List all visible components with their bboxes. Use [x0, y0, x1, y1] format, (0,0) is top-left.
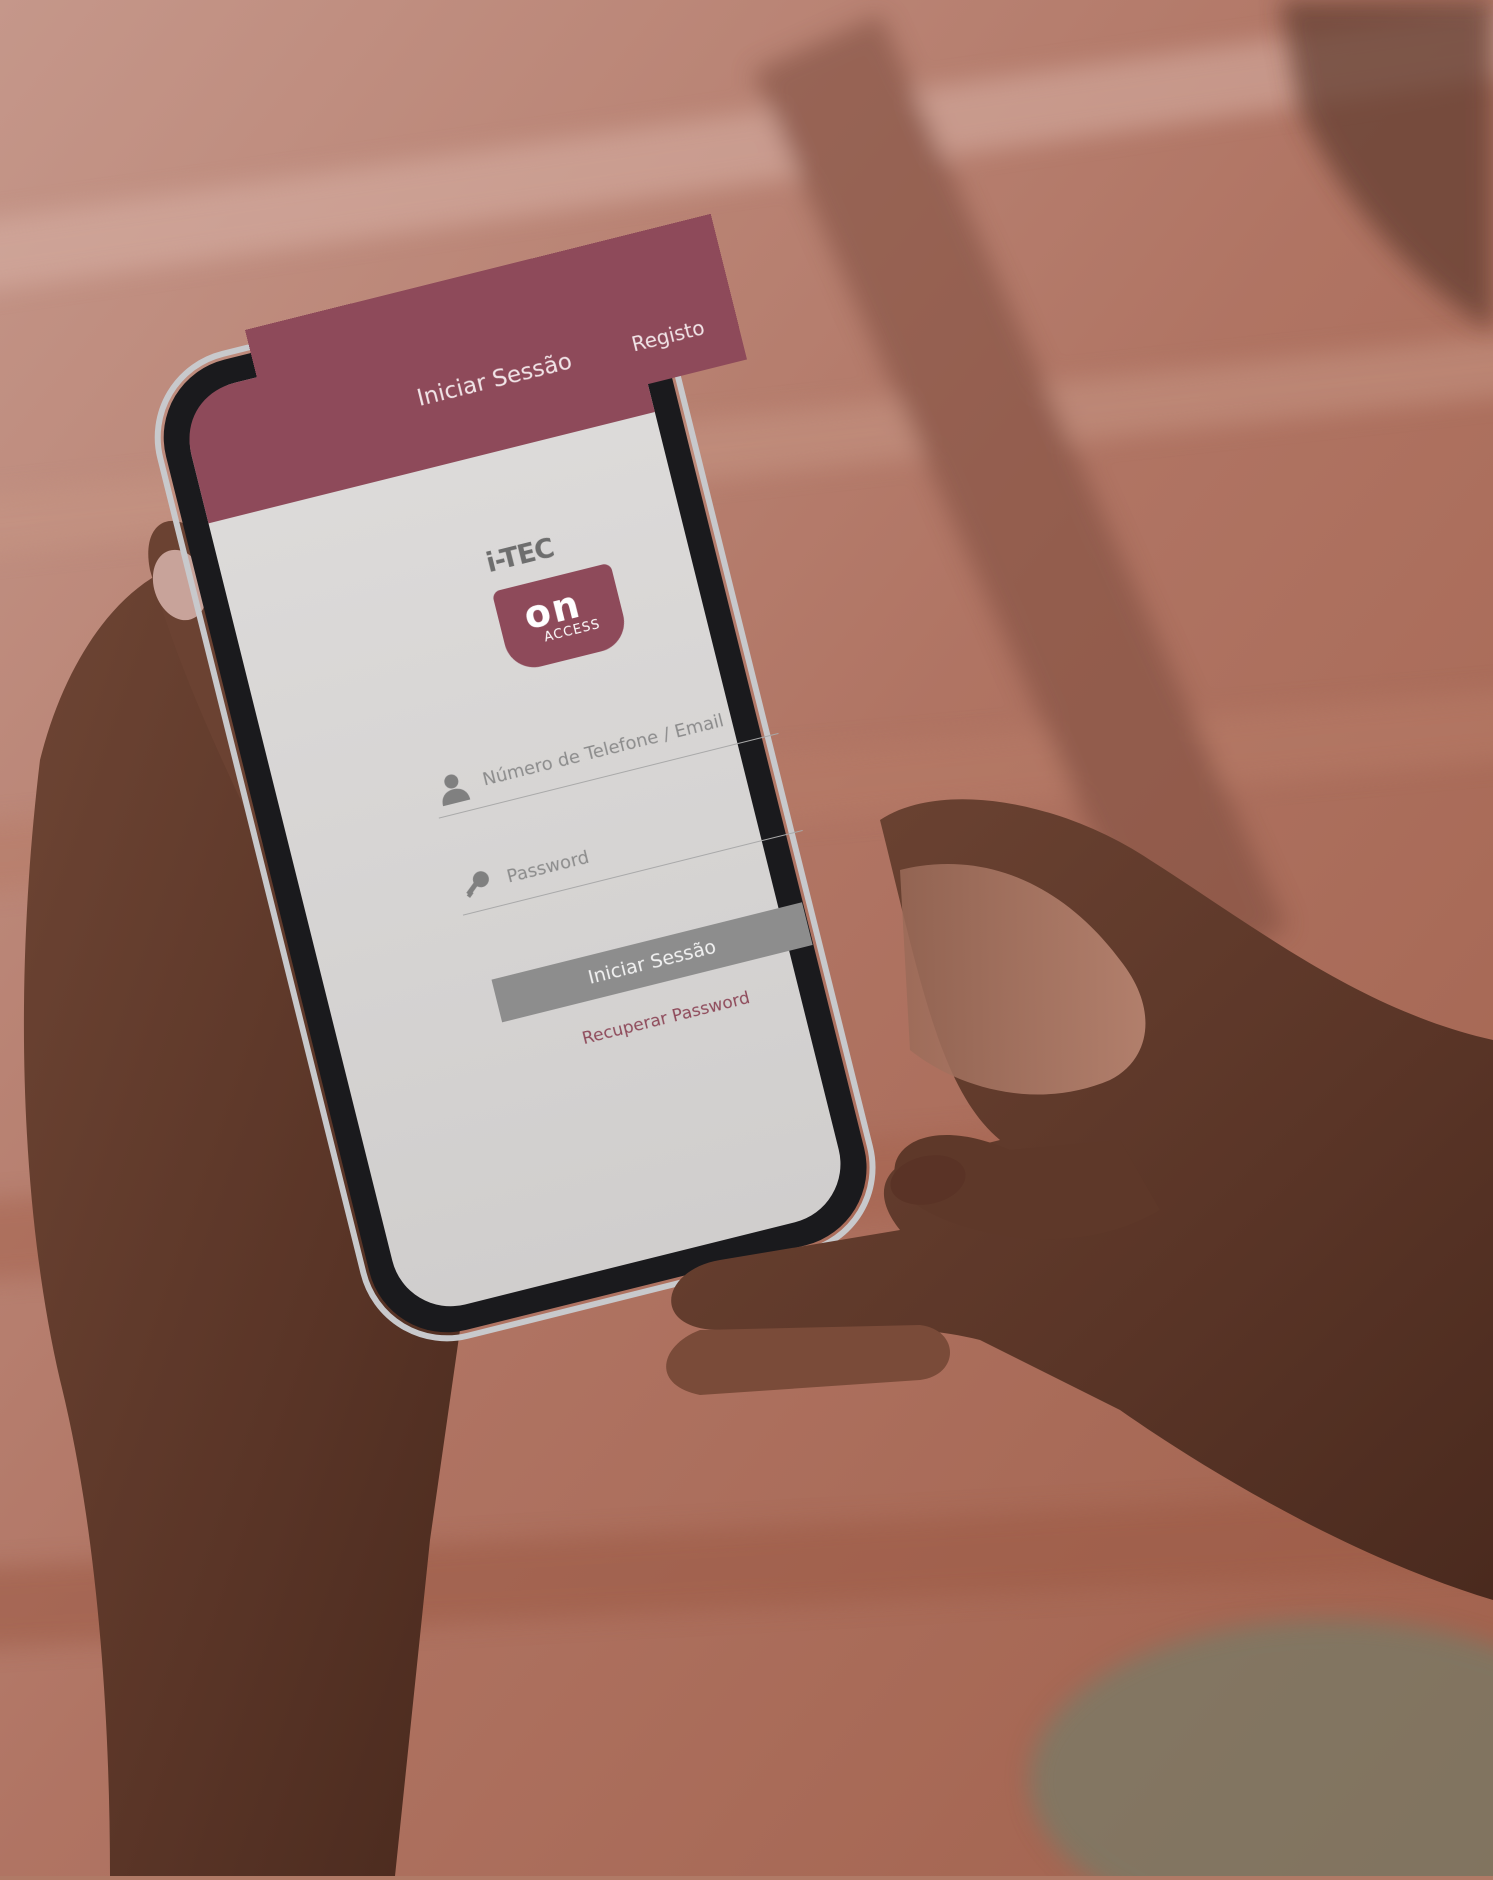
password-placeholder: Password: [504, 846, 592, 888]
brand-logo: i-TEC: [483, 532, 557, 579]
on-access-logo: on ACCESS: [491, 562, 631, 674]
user-icon: [442, 774, 471, 807]
register-link[interactable]: Registo: [629, 315, 707, 356]
key-icon: [466, 871, 489, 898]
phone-email-placeholder: Número de Telefone / Email: [480, 710, 726, 791]
photo-scene: Iniciar Sessão Registo i-TEC on ACCESS N…: [0, 0, 1493, 1880]
header-title: Iniciar Sessão: [414, 348, 575, 412]
